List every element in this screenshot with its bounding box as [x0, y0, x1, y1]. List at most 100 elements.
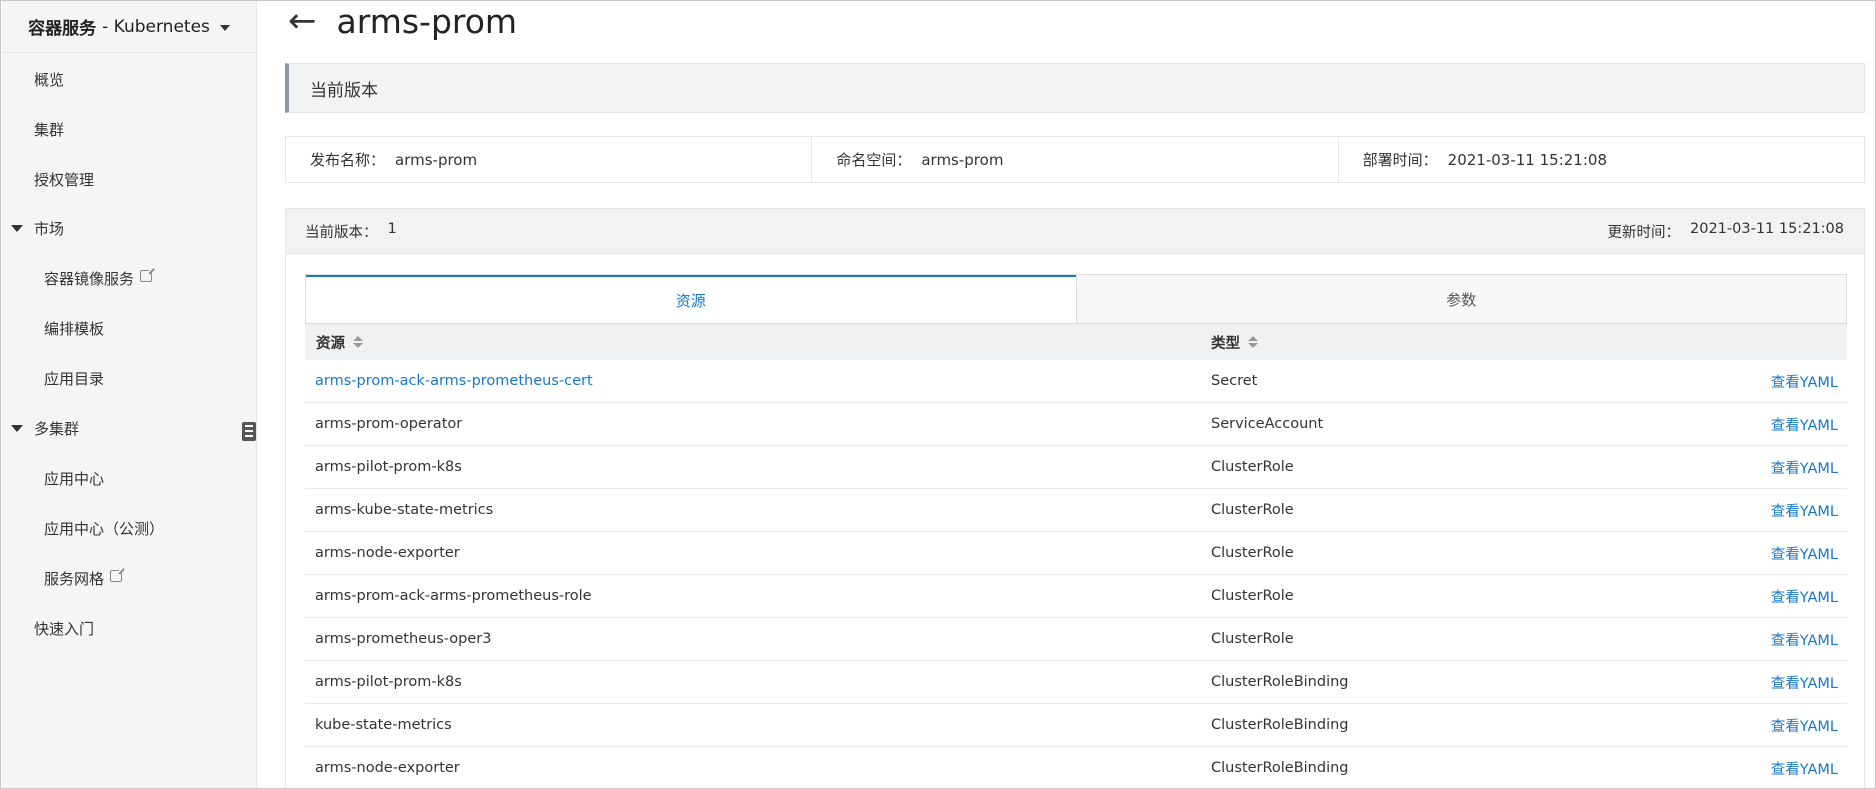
- resource-name: arms-prom-ack-arms-prometheus-role: [315, 588, 592, 604]
- section-title: 当前版本: [285, 63, 1865, 113]
- version-panel: 资源 参数 资源 类型 arms-prom-ack-arms-prometheu…: [285, 254, 1865, 788]
- resource-type: ClusterRole: [1211, 502, 1294, 518]
- view-yaml-link[interactable]: 查看YAML: [1727, 586, 1847, 607]
- table-row: arms-prometheus-oper3 ClusterRole 查看YAML: [305, 618, 1847, 661]
- sidebar-item-container-registry[interactable]: 容器镜像服务: [2, 258, 257, 298]
- resource-type: ClusterRoleBinding: [1211, 717, 1349, 733]
- table-row: arms-prom-ack-arms-prometheus-cert Secre…: [305, 360, 1847, 403]
- release-name-value: arms-prom: [395, 150, 478, 169]
- updated-time: 更新时间： 2021-03-11 15:21:08: [1608, 221, 1845, 242]
- updated-time-value: 2021-03-11 15:21:08: [1690, 220, 1844, 237]
- product-switcher[interactable]: 容器服务 - Kubernetes: [2, 1, 256, 53]
- sidebar-item-label: 应用中心: [44, 469, 105, 488]
- current-version-value: 1: [387, 220, 397, 237]
- sidebar-group-market[interactable]: 市场: [2, 208, 257, 248]
- sidebar-item-label: 授权管理: [34, 170, 95, 189]
- resource-type: ServiceAccount: [1211, 416, 1324, 432]
- sidebar-collapse-icon[interactable]: [242, 422, 256, 441]
- sidebar-group-multicluster[interactable]: 多集群: [2, 408, 257, 448]
- sidebar-item-label: 概览: [34, 70, 65, 89]
- namespace-value: arms-prom: [921, 150, 1004, 169]
- resource-name: arms-node-exporter: [315, 545, 460, 561]
- tab-parameters[interactable]: 参数: [1075, 275, 1846, 323]
- resource-type: ClusterRole: [1211, 631, 1294, 647]
- resource-type: ClusterRole: [1211, 545, 1294, 561]
- sidebar-item-label: 服务网格: [44, 569, 105, 588]
- table-row: arms-prom-operator ServiceAccount 查看YAML: [305, 403, 1847, 446]
- column-header-type[interactable]: 类型: [1211, 332, 1847, 353]
- table-header: 资源 类型: [305, 324, 1847, 360]
- table-row: kube-state-metrics ClusterRoleBinding 查看…: [305, 704, 1847, 747]
- release-info-row: 发布名称： arms-prom 命名空间： arms-prom 部署时间： 20…: [285, 136, 1865, 183]
- resource-type: ClusterRoleBinding: [1211, 760, 1349, 776]
- view-yaml-link[interactable]: 查看YAML: [1727, 629, 1847, 650]
- resource-name: arms-pilot-prom-k8s: [315, 459, 462, 475]
- current-version: 当前版本： 1: [305, 221, 397, 242]
- resource-name-link[interactable]: arms-prom-ack-arms-prometheus-cert: [305, 373, 1211, 389]
- sidebar-item-overview[interactable]: 概览: [2, 59, 257, 99]
- caret-down-icon: [11, 424, 23, 432]
- column-header-resource[interactable]: 资源: [305, 332, 1211, 353]
- sidebar-item-label: 编排模板: [44, 319, 105, 338]
- table-row: arms-prom-ack-arms-prometheus-role Clust…: [305, 575, 1847, 618]
- view-yaml-link[interactable]: 查看YAML: [1727, 500, 1847, 521]
- table-row: arms-pilot-prom-k8s ClusterRole 查看YAML: [305, 446, 1847, 489]
- table-row: arms-kube-state-metrics ClusterRole 查看YA…: [305, 489, 1847, 532]
- tab-bar: 资源 参数: [305, 274, 1847, 324]
- namespace-label: 命名空间：: [836, 151, 912, 169]
- resource-name: arms-prom-operator: [315, 416, 463, 432]
- version-bar: 当前版本： 1 更新时间： 2021-03-11 15:21:08: [285, 208, 1865, 254]
- view-yaml-link[interactable]: 查看YAML: [1727, 543, 1847, 564]
- app-frame: 容器服务 - Kubernetes 概览 集群 授权管理 市场 容器镜像服务 编…: [0, 0, 1876, 789]
- back-arrow-icon[interactable]: ←: [288, 4, 317, 38]
- view-yaml-link[interactable]: 查看YAML: [1727, 758, 1847, 779]
- release-name-label: 发布名称：: [310, 151, 386, 169]
- sidebar-item-label: 多集群: [34, 419, 80, 438]
- resource-name: arms-node-exporter: [315, 760, 460, 776]
- resources-table: 资源 类型 arms-prom-ack-arms-prometheus-cert…: [305, 324, 1847, 788]
- sidebar-item-templates[interactable]: 编排模板: [2, 308, 257, 348]
- view-yaml-link[interactable]: 查看YAML: [1727, 457, 1847, 478]
- updated-time-label: 更新时间：: [1607, 224, 1681, 241]
- table-row: arms-node-exporter ClusterRoleBinding 查看…: [305, 747, 1847, 788]
- external-link-icon: [140, 267, 156, 282]
- chevron-down-icon: [219, 24, 230, 31]
- column-header-label: 类型: [1211, 335, 1240, 352]
- view-yaml-link[interactable]: 查看YAML: [1727, 715, 1847, 736]
- sidebar-item-label: 容器镜像服务: [44, 269, 135, 288]
- tab-resources[interactable]: 资源: [306, 275, 1076, 323]
- deploy-time-cell: 部署时间： 2021-03-11 15:21:08: [1339, 137, 1864, 182]
- namespace-cell: 命名空间： arms-prom: [812, 137, 1339, 182]
- sort-icon[interactable]: [353, 336, 363, 348]
- deploy-time-value: 2021-03-11 15:21:08: [1447, 150, 1607, 169]
- sidebar-item-service-mesh[interactable]: 服务网格: [2, 558, 257, 598]
- page-header: ← arms-prom: [288, 1, 517, 41]
- sidebar-item-label: 应用中心（公测）: [44, 519, 165, 538]
- sidebar-item-label: 快速入门: [34, 619, 95, 638]
- sidebar-item-label: 市场: [34, 219, 65, 238]
- sidebar-item-quick-start[interactable]: 快速入门: [2, 608, 257, 648]
- sidebar-item-app-center[interactable]: 应用中心: [2, 458, 257, 498]
- sidebar: 容器服务 - Kubernetes 概览 集群 授权管理 市场 容器镜像服务 编…: [2, 1, 257, 788]
- view-yaml-link[interactable]: 查看YAML: [1727, 414, 1847, 435]
- sort-icon[interactable]: [1248, 336, 1258, 348]
- view-yaml-link[interactable]: 查看YAML: [1727, 371, 1847, 392]
- release-name-cell: 发布名称： arms-prom: [286, 137, 813, 182]
- table-row: arms-node-exporter ClusterRole 查看YAML: [305, 532, 1847, 575]
- sidebar-item-authorization[interactable]: 授权管理: [2, 159, 257, 199]
- deploy-time-label: 部署时间：: [1362, 151, 1438, 169]
- resource-type: ClusterRole: [1211, 588, 1294, 604]
- current-version-label: 当前版本：: [305, 224, 378, 241]
- table-row: arms-pilot-prom-k8s ClusterRoleBinding 查…: [305, 661, 1847, 704]
- external-link-icon: [110, 567, 126, 582]
- sidebar-item-clusters[interactable]: 集群: [2, 109, 257, 149]
- view-yaml-link[interactable]: 查看YAML: [1727, 672, 1847, 693]
- sidebar-item-app-catalog[interactable]: 应用目录: [2, 358, 257, 398]
- sidebar-item-label: 应用目录: [44, 369, 105, 388]
- sidebar-item-label: 集群: [34, 120, 65, 139]
- sidebar-item-app-center-beta[interactable]: 应用中心（公测）: [2, 508, 257, 548]
- caret-down-icon: [11, 224, 23, 232]
- resource-type: ClusterRole: [1211, 459, 1294, 475]
- resource-name: arms-kube-state-metrics: [315, 502, 494, 518]
- brand-sub: - Kubernetes: [102, 16, 210, 37]
